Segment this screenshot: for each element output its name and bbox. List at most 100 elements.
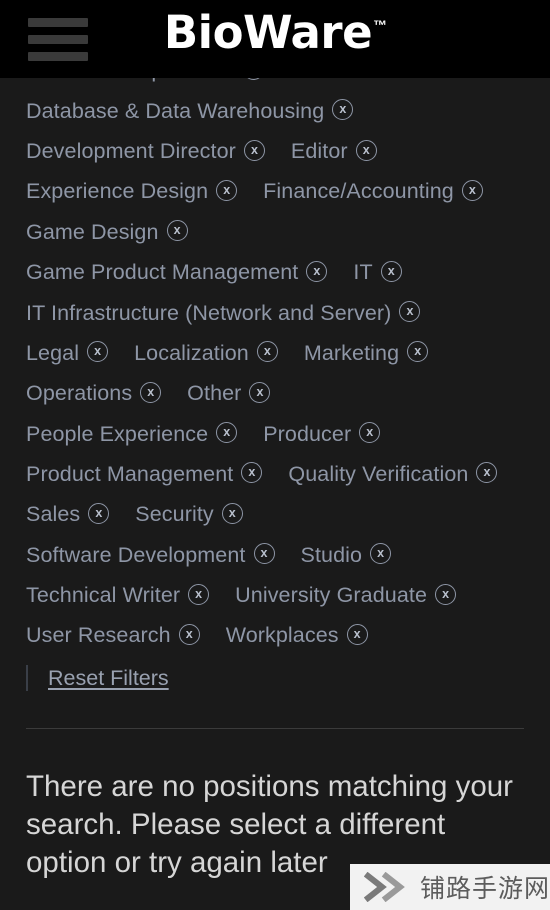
filter-tag-label: Security xyxy=(135,502,214,527)
filter-tag[interactable]: Workplaces x xyxy=(226,615,368,655)
filter-tag[interactable]: Marketing x xyxy=(303,333,429,373)
filter-tag[interactable]: Other x xyxy=(187,373,271,413)
filter-tag[interactable]: Game Product Management x xyxy=(26,252,328,292)
watermark-text: 铺路手游网 xyxy=(420,874,550,903)
remove-filter-icon[interactable]: x xyxy=(253,543,275,565)
trademark-symbol: ™ xyxy=(373,16,388,33)
filter-tag-label: University Graduate xyxy=(235,583,428,608)
filter-tag-label: Technical Writer xyxy=(26,583,181,608)
filter-tag-label: Quality Verification xyxy=(288,461,469,486)
filter-tag[interactable]: University Graduate x xyxy=(235,575,457,615)
filter-tag[interactable]: Sales x xyxy=(26,494,110,534)
filter-tag-label: Sales xyxy=(26,502,81,527)
remove-filter-icon[interactable]: x xyxy=(243,139,265,161)
filter-tag[interactable]: Experience Design x xyxy=(26,171,238,211)
filter-tag[interactable]: User Research x xyxy=(26,615,200,655)
filter-tag[interactable]: Database & Data Warehousing x xyxy=(26,91,354,131)
filter-tag-label: Game Product Management xyxy=(26,260,299,285)
filter-tag[interactable]: Development Director x xyxy=(26,131,265,171)
remove-filter-icon[interactable]: x xyxy=(332,99,354,121)
filter-tag[interactable]: Product Management x xyxy=(26,454,263,494)
filter-tag-label: User Research xyxy=(26,623,171,648)
remove-filter-icon[interactable]: x xyxy=(140,381,162,403)
remove-filter-icon[interactable]: x xyxy=(370,543,392,565)
filter-row: Database & Data Warehousing x xyxy=(0,91,550,131)
section-divider xyxy=(26,728,524,729)
filter-tag-label: Workplaces xyxy=(225,623,339,648)
remove-filter-icon[interactable]: x xyxy=(87,341,109,363)
remove-filter-icon[interactable]: x xyxy=(461,179,483,201)
double-chevron-right-icon xyxy=(364,872,410,902)
filter-tag-label: Experience Design xyxy=(26,179,209,204)
remove-filter-icon[interactable]: x xyxy=(399,301,421,323)
filter-row: Development Director x Editor x xyxy=(0,131,550,171)
remove-filter-icon[interactable]: x xyxy=(216,422,238,444)
remove-filter-icon[interactable]: x xyxy=(221,502,243,524)
remove-filter-icon[interactable]: x xyxy=(241,462,263,484)
remove-filter-icon[interactable]: x xyxy=(380,260,402,282)
filter-tag[interactable]: Finance/Accounting x xyxy=(263,171,483,211)
remove-filter-icon[interactable]: x xyxy=(178,623,200,645)
filter-tag[interactable]: People Experience x xyxy=(26,414,238,454)
filter-tag-label: Product Management xyxy=(26,461,234,486)
filter-row: Operations x Other x xyxy=(0,373,550,413)
remove-filter-icon[interactable]: x xyxy=(355,139,377,161)
filter-row: User Research x Workplaces x xyxy=(0,615,550,655)
remove-filter-icon[interactable]: x xyxy=(306,260,328,282)
reset-filters-row: Reset Filters xyxy=(0,656,550,700)
filter-tag-label: IT Infrastructure (Network and Server) xyxy=(26,300,392,325)
remove-filter-icon[interactable]: x xyxy=(476,462,498,484)
filter-tag[interactable]: Operations x xyxy=(26,373,162,413)
filter-tag[interactable]: Quality Verification x xyxy=(288,454,498,494)
watermark-overlay: 铺路手游网 xyxy=(350,864,550,910)
remove-filter-icon[interactable]: x xyxy=(249,381,271,403)
remove-filter-icon[interactable]: x xyxy=(166,220,188,242)
filter-row: Sales x Security x xyxy=(0,494,550,534)
filter-tag[interactable]: Studio x xyxy=(301,535,392,575)
filter-tag-label: Finance/Accounting xyxy=(263,179,454,204)
filter-row: Game Product Management x IT x xyxy=(0,252,550,292)
filter-row: Legal x Localization x Marketing x xyxy=(0,333,550,373)
remove-filter-icon[interactable]: x xyxy=(88,502,110,524)
filter-tag-label: Studio xyxy=(300,542,363,567)
site-header: BioWare™ xyxy=(0,0,550,78)
filter-tag-label: Software Development xyxy=(26,542,246,567)
logo-wordmark: BioWare xyxy=(163,6,373,59)
filter-row: Software Development x Studio x xyxy=(0,535,550,575)
filter-tag-label: Editor xyxy=(290,139,348,164)
filter-tag[interactable]: Technical Writer x xyxy=(26,575,210,615)
filter-tag[interactable]: Editor x xyxy=(291,131,377,171)
filter-row: People Experience x Producer x xyxy=(0,414,550,454)
remove-filter-icon[interactable]: x xyxy=(346,623,368,645)
filter-row: Game Design x xyxy=(0,212,550,252)
filter-tag[interactable]: Localization x xyxy=(134,333,278,373)
remove-filter-icon[interactable]: x xyxy=(435,583,457,605)
remove-filter-icon[interactable]: x xyxy=(359,422,381,444)
remove-filter-icon[interactable]: x xyxy=(216,179,238,201)
remove-filter-icon[interactable]: x xyxy=(407,341,429,363)
filter-tag[interactable]: Security x xyxy=(135,494,243,534)
filter-tag-label: Database & Data Warehousing xyxy=(26,98,325,123)
remove-filter-icon[interactable]: x xyxy=(188,583,210,605)
filter-row: Technical Writer x University Graduate x xyxy=(0,575,550,615)
filter-row: Product Management x Quality Verification x xyxy=(0,454,550,494)
filter-tag[interactable]: IT x xyxy=(353,252,402,292)
filter-tag-label: IT xyxy=(353,260,373,285)
filter-tag[interactable]: Legal x xyxy=(26,333,109,373)
filter-tag-label: Other xyxy=(187,381,242,406)
filter-tag[interactable]: IT Infrastructure (Network and Server) x xyxy=(26,293,421,333)
filter-tag-label: People Experience xyxy=(26,421,209,446)
reset-filters-link[interactable]: Reset Filters xyxy=(48,656,169,700)
filter-tag-label: Operations xyxy=(26,381,133,406)
filter-tag-label: Legal xyxy=(26,340,80,365)
filter-tag[interactable]: Software Development x xyxy=(26,535,275,575)
filter-tag-label: Development Director xyxy=(26,139,236,164)
filter-tag[interactable]: Producer x xyxy=(263,414,381,454)
filter-tag-label: Producer xyxy=(263,421,352,446)
filter-tag-label: Marketing xyxy=(303,340,400,365)
filter-tag-list: Corporate DevelopmentxCustomer Experienc… xyxy=(0,0,550,700)
remove-filter-icon[interactable]: x xyxy=(256,341,278,363)
filter-tag[interactable]: Game Design x xyxy=(26,212,188,252)
reset-divider-bar xyxy=(26,664,28,691)
bioware-logo[interactable]: BioWare™ xyxy=(0,6,550,59)
